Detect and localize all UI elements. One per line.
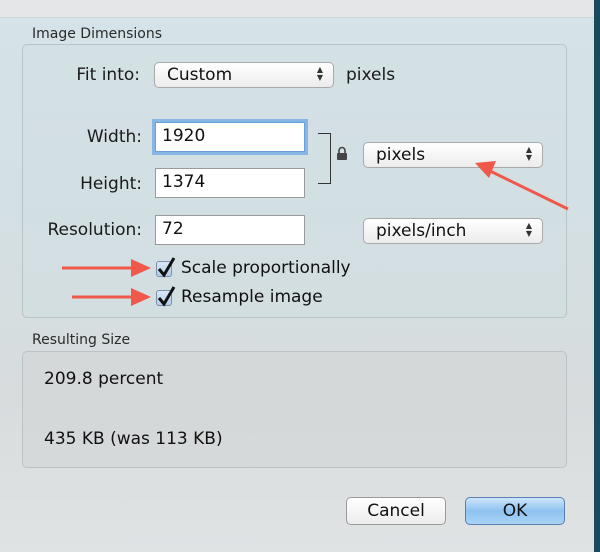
annotation-arrow-size-unit <box>475 161 569 211</box>
annotation-arrow-resample <box>72 288 151 306</box>
annotation-arrow-scale <box>62 259 151 277</box>
annotation-arrows <box>62 161 569 306</box>
